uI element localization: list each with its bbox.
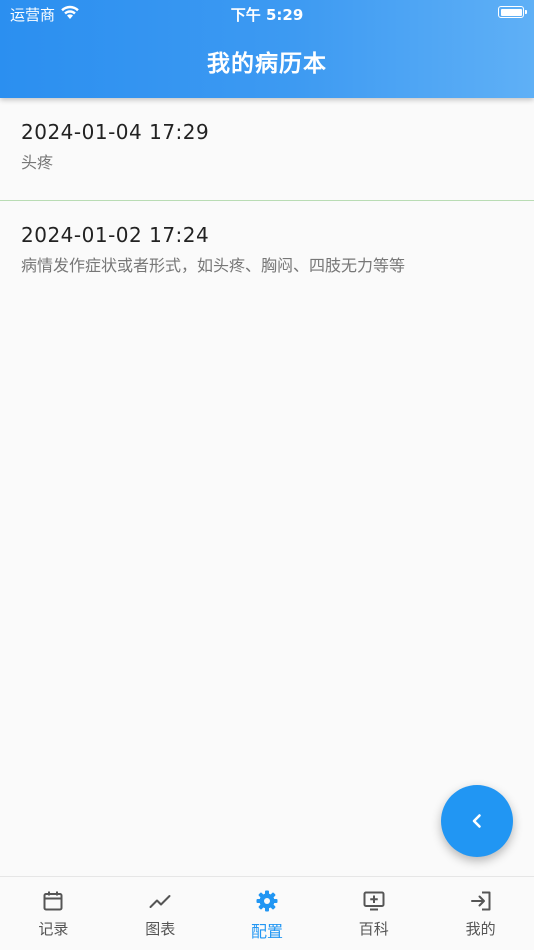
tab-label: 记录 bbox=[38, 920, 69, 938]
trending-up-icon bbox=[149, 895, 171, 908]
tab-label: 我的 bbox=[465, 920, 496, 938]
record-list: 2024-01-04 17:29 头疼 2024-01-02 17:24 病情发… bbox=[0, 98, 534, 304]
add-to-queue-icon bbox=[363, 891, 385, 911]
page-title: 我的病历本 bbox=[207, 51, 327, 77]
back-fab-button[interactable] bbox=[441, 785, 513, 857]
tab-label: 配置 bbox=[250, 922, 283, 941]
app-header: 运营商 下午 5:29 我的病历本 bbox=[0, 0, 534, 98]
tab-record[interactable]: 记录 bbox=[0, 877, 107, 950]
record-item[interactable]: 2024-01-04 17:29 头疼 bbox=[0, 98, 534, 201]
tab-mine[interactable]: 我的 bbox=[427, 877, 534, 950]
record-item[interactable]: 2024-01-02 17:24 病情发作症状或者形式，如头疼、胸闷、四肢无力等… bbox=[0, 201, 534, 304]
calendar-icon bbox=[43, 891, 63, 911]
gear-icon bbox=[256, 890, 278, 912]
record-description: 病情发作症状或者形式，如头疼、胸闷、四肢无力等等 bbox=[21, 256, 406, 275]
record-description: 头疼 bbox=[21, 153, 54, 172]
tab-encyclopedia[interactable]: 百科 bbox=[320, 877, 427, 950]
tab-chart[interactable]: 图表 bbox=[107, 877, 214, 950]
bottom-tab-bar: 记录 图表 配置 百科 我的 bbox=[0, 876, 534, 950]
record-date: 2024-01-02 17:24 bbox=[21, 223, 210, 247]
tab-label: 百科 bbox=[358, 920, 389, 938]
chevron-left-icon bbox=[472, 814, 481, 828]
record-date: 2024-01-04 17:29 bbox=[21, 120, 210, 144]
tab-label: 图表 bbox=[145, 920, 176, 938]
tab-config[interactable]: 配置 bbox=[214, 877, 321, 950]
status-bar: 运营商 下午 5:29 bbox=[0, 0, 534, 28]
battery-icon bbox=[498, 6, 527, 18]
login-icon bbox=[470, 891, 491, 911]
status-time: 下午 5:29 bbox=[230, 6, 304, 24]
